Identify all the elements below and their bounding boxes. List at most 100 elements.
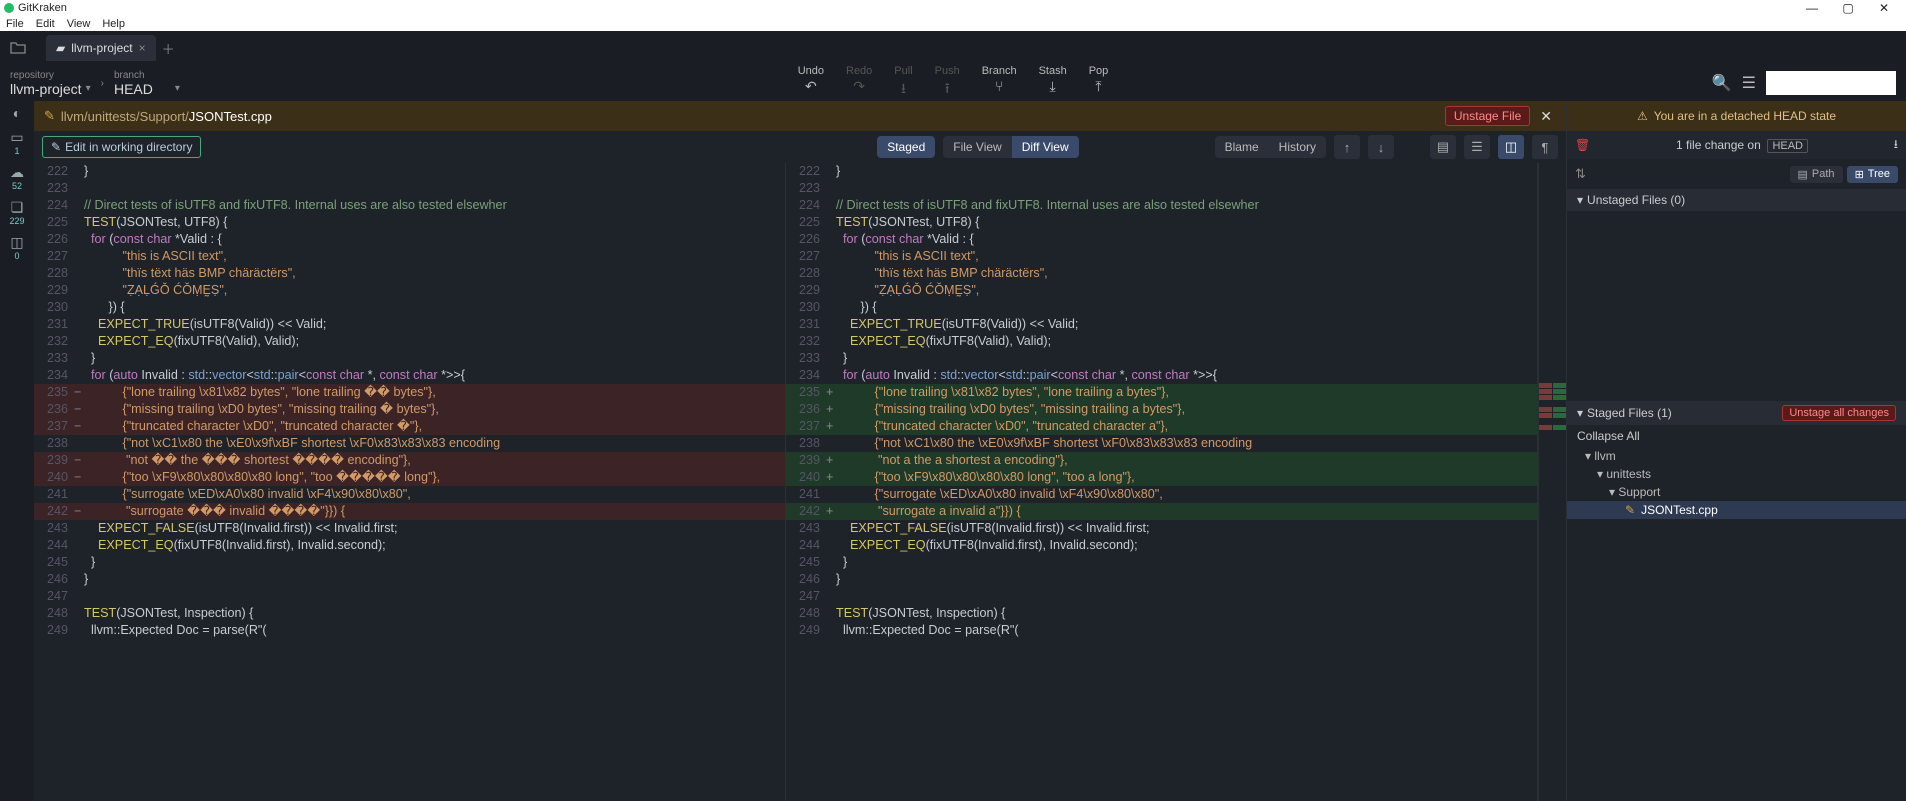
code-line[interactable]: 228 "thïs tëxt häs BMP chäräctërs", bbox=[786, 265, 1537, 282]
code-line[interactable]: 240+ {"too \xF9\x80\x80\x80\x80 long", "… bbox=[786, 469, 1537, 486]
unstage-file-button[interactable]: Unstage File bbox=[1445, 106, 1530, 126]
tab-llvm-project[interactable]: ▰ llvm-project × bbox=[46, 35, 156, 61]
code-line[interactable]: 248TEST(JSONTest, Inspection) { bbox=[786, 605, 1537, 622]
code-line[interactable]: 234 for (auto Invalid : std::vector<std:… bbox=[34, 367, 785, 384]
history-button[interactable]: History bbox=[1269, 136, 1326, 158]
redo-button[interactable]: Redo↷ bbox=[846, 65, 872, 102]
list-view-icon[interactable]: ☰ bbox=[1464, 135, 1490, 159]
sidebar-submodule-icon[interactable]: ◫0 bbox=[10, 234, 23, 261]
menu-edit[interactable]: Edit bbox=[36, 18, 55, 30]
code-line[interactable]: 232 EXPECT_EQ(fixUTF8(Valid), Valid); bbox=[34, 333, 785, 350]
code-line[interactable]: 239+ "not a the a shortest a encoding"}, bbox=[786, 452, 1537, 469]
staged-files-header[interactable]: ▾ Staged Files (1) Unstage all changes bbox=[1567, 401, 1906, 425]
tree-folder-unittests[interactable]: ▾ unittests bbox=[1567, 465, 1906, 483]
code-line[interactable]: 241 {"surrogate \xED\xA0\x80 invalid \xF… bbox=[786, 486, 1537, 503]
new-tab-button[interactable]: ＋ bbox=[162, 39, 175, 58]
tree-folder-support[interactable]: ▾ Support bbox=[1567, 483, 1906, 501]
code-line[interactable]: 232 EXPECT_EQ(fixUTF8(Valid), Valid); bbox=[786, 333, 1537, 350]
file-view-tab[interactable]: File View bbox=[943, 136, 1011, 158]
code-line[interactable]: 238 {"not \xC1\x80 the \xE0\x9f\xBF shor… bbox=[34, 435, 785, 452]
code-line[interactable]: 239− "not �� the ��� shortest ���� encod… bbox=[34, 452, 785, 469]
pull-button[interactable]: Pull⭳ bbox=[894, 65, 912, 102]
code-line[interactable]: 226 for (const char *Valid : { bbox=[34, 231, 785, 248]
code-line[interactable]: 245 } bbox=[34, 554, 785, 571]
code-line[interactable]: 229 "ẒẠḶǴǑ ĆǑṂḚṢ", bbox=[34, 282, 785, 299]
code-line[interactable]: 236− {"missing trailing \xD0 bytes", "mi… bbox=[34, 401, 785, 418]
code-line[interactable]: 223 bbox=[786, 180, 1537, 197]
sidebar-tag-icon[interactable]: ❏229 bbox=[9, 199, 24, 226]
code-line[interactable]: 236+ {"missing trailing \xD0 bytes", "mi… bbox=[786, 401, 1537, 418]
sidebar-commit-icon[interactable]: ▭1 bbox=[10, 129, 23, 156]
whitespace-icon[interactable]: ¶ bbox=[1532, 135, 1558, 159]
code-line[interactable]: 222} bbox=[786, 163, 1537, 180]
tree-file-jsontest[interactable]: ✎JSONTest.cpp bbox=[1567, 501, 1906, 519]
sidebar-collapse-icon[interactable]: ◐ bbox=[13, 105, 21, 121]
branch-button[interactable]: Branch⑂ bbox=[982, 65, 1017, 102]
edit-in-wd-button[interactable]: ✎Edit in working directory bbox=[42, 136, 201, 158]
diff-view-tab[interactable]: Diff View bbox=[1012, 136, 1079, 158]
branch-selector[interactable]: branch HEAD▾ bbox=[114, 70, 180, 97]
pop-button[interactable]: Pop⤒ bbox=[1089, 65, 1109, 102]
account-box[interactable] bbox=[1766, 71, 1896, 95]
code-line[interactable]: 238 {"not \xC1\x80 the \xE0\x9f\xBF shor… bbox=[786, 435, 1537, 452]
blame-button[interactable]: Blame bbox=[1215, 136, 1269, 158]
push-button[interactable]: Push⭱ bbox=[935, 65, 960, 102]
code-line[interactable]: 237+ {"truncated character \xD0", "trunc… bbox=[786, 418, 1537, 435]
code-line[interactable]: 246} bbox=[786, 571, 1537, 588]
diff-viewer[interactable]: 222}223224// Direct tests of isUTF8 and … bbox=[34, 163, 1566, 801]
code-line[interactable]: 222} bbox=[34, 163, 785, 180]
prev-hunk-button[interactable]: ↑ bbox=[1334, 135, 1360, 159]
code-line[interactable]: 226 for (const char *Valid : { bbox=[786, 231, 1537, 248]
code-line[interactable]: 231 EXPECT_TRUE(isUTF8(Valid)) << Valid; bbox=[34, 316, 785, 333]
code-line[interactable]: 240− {"too \xF9\x80\x80\x80\x80 long", "… bbox=[34, 469, 785, 486]
repo-selector[interactable]: repository llvm-project▾ bbox=[10, 70, 91, 97]
code-line[interactable]: 247 bbox=[34, 588, 785, 605]
open-repo-icon[interactable] bbox=[8, 38, 28, 58]
close-button[interactable]: ✕ bbox=[1866, 1, 1902, 15]
code-line[interactable]: 244 EXPECT_EQ(fixUTF8(Invalid.first), In… bbox=[34, 537, 785, 554]
code-line[interactable]: 242+ "surrogate a invalid a"}}) { bbox=[786, 503, 1537, 520]
unstaged-files-header[interactable]: ▾ Unstaged Files (0) bbox=[1567, 189, 1906, 211]
code-line[interactable]: 241 {"surrogate \xED\xA0\x80 invalid \xF… bbox=[34, 486, 785, 503]
code-line[interactable]: 249 llvm::Expected Doc = parse(R"( bbox=[34, 622, 785, 639]
code-line[interactable]: 237− {"truncated character \xD0", "trunc… bbox=[34, 418, 785, 435]
sort-icon[interactable]: ⇅ bbox=[1575, 166, 1586, 182]
search-icon[interactable]: 🔍 bbox=[1712, 73, 1732, 93]
code-line[interactable]: 229 "ẒẠḶǴǑ ĆǑṂḚṢ", bbox=[786, 282, 1537, 299]
code-line[interactable]: 227 "this is ASCII text", bbox=[786, 248, 1537, 265]
collapse-all-link[interactable]: Collapse All bbox=[1567, 425, 1906, 447]
diff-pane-right[interactable]: 222}223224// Direct tests of isUTF8 and … bbox=[786, 163, 1538, 801]
code-line[interactable]: 230 }) { bbox=[34, 299, 785, 316]
hamburger-icon[interactable]: ☰ bbox=[1742, 73, 1756, 93]
code-line[interactable]: 223 bbox=[34, 180, 785, 197]
stage-all-icon[interactable]: ⭳ bbox=[1894, 135, 1898, 156]
inline-view-icon[interactable]: ▤ bbox=[1430, 135, 1456, 159]
code-line[interactable]: 248TEST(JSONTest, Inspection) { bbox=[34, 605, 785, 622]
split-view-icon[interactable]: ◫ bbox=[1498, 135, 1524, 159]
code-line[interactable]: 243 EXPECT_FALSE(isUTF8(Invalid.first)) … bbox=[34, 520, 785, 537]
code-line[interactable]: 224// Direct tests of isUTF8 and fixUTF8… bbox=[34, 197, 785, 214]
code-line[interactable]: 247 bbox=[786, 588, 1537, 605]
tree-view-button[interactable]: ⊞ Tree bbox=[1847, 166, 1898, 183]
code-line[interactable]: 246} bbox=[34, 571, 785, 588]
diff-pane-left[interactable]: 222}223224// Direct tests of isUTF8 and … bbox=[34, 163, 786, 801]
close-diff-icon[interactable]: ✕ bbox=[1536, 108, 1556, 125]
code-line[interactable]: 225TEST(JSONTest, UTF8) { bbox=[34, 214, 785, 231]
code-line[interactable]: 233 } bbox=[786, 350, 1537, 367]
code-line[interactable]: 231 EXPECT_TRUE(isUTF8(Valid)) << Valid; bbox=[786, 316, 1537, 333]
undo-button[interactable]: Undo↶ bbox=[798, 65, 824, 102]
code-line[interactable]: 245 } bbox=[786, 554, 1537, 571]
minimize-button[interactable]: — bbox=[1794, 1, 1830, 15]
code-line[interactable]: 242− "surrogate ��� invalid ����"}}) { bbox=[34, 503, 785, 520]
diff-minimap[interactable] bbox=[1538, 163, 1566, 801]
menu-help[interactable]: Help bbox=[102, 18, 125, 30]
code-line[interactable]: 225TEST(JSONTest, UTF8) { bbox=[786, 214, 1537, 231]
next-hunk-button[interactable]: ↓ bbox=[1368, 135, 1394, 159]
code-line[interactable]: 243 EXPECT_FALSE(isUTF8(Invalid.first)) … bbox=[786, 520, 1537, 537]
menu-file[interactable]: File bbox=[6, 18, 24, 30]
code-line[interactable]: 224// Direct tests of isUTF8 and fixUTF8… bbox=[786, 197, 1537, 214]
code-line[interactable]: 234 for (auto Invalid : std::vector<std:… bbox=[786, 367, 1537, 384]
maximize-button[interactable]: ▢ bbox=[1830, 1, 1866, 15]
code-line[interactable]: 235− {"lone trailing \x81\x82 bytes", "l… bbox=[34, 384, 785, 401]
unstage-all-button[interactable]: Unstage all changes bbox=[1782, 405, 1896, 421]
